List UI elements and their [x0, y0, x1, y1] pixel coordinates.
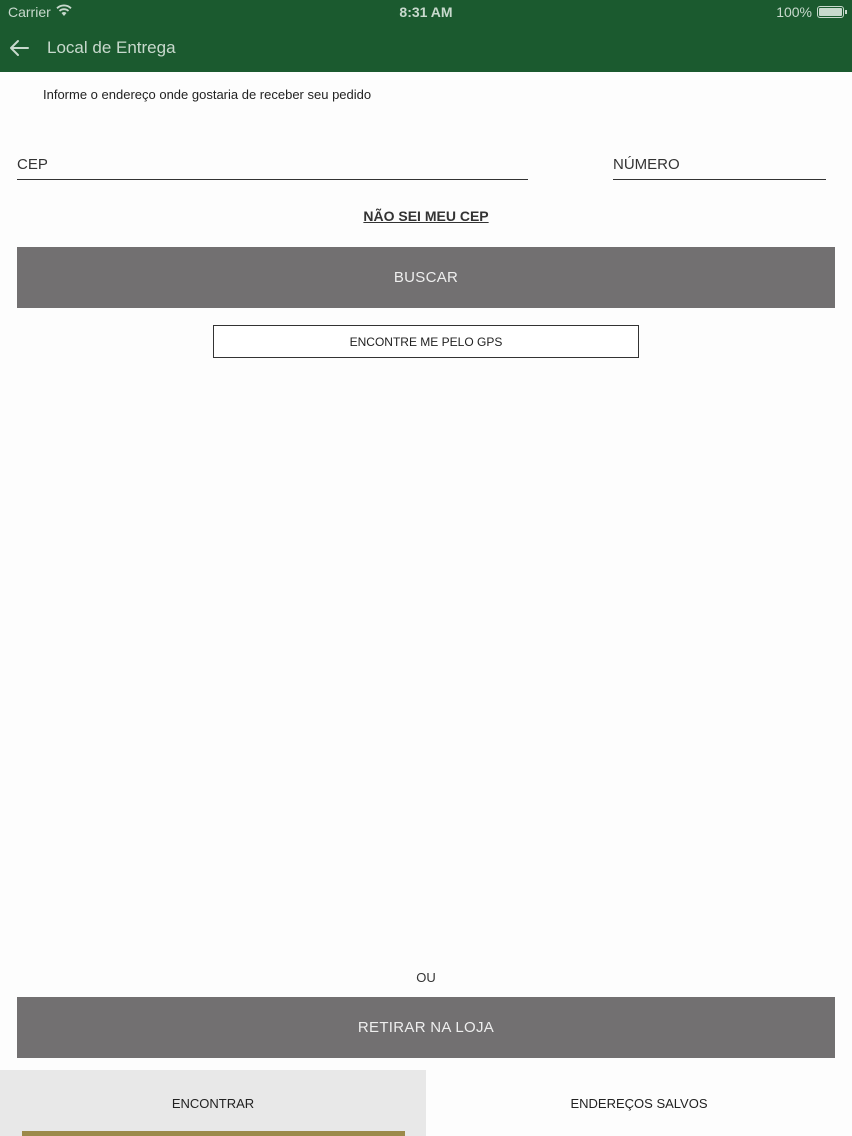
unknown-cep-link[interactable]: NÃO SEI MEU CEP — [0, 208, 852, 224]
battery-icon — [817, 6, 847, 18]
gps-button[interactable]: ENCONTRE ME PELO GPS — [213, 325, 639, 358]
arrow-left-icon[interactable] — [8, 38, 30, 58]
tab-label: ENCONTRAR — [171, 1095, 255, 1111]
or-separator: OU — [416, 970, 436, 985]
tab-encontrar[interactable]: ENCONTRAR — [0, 1070, 426, 1136]
instruction-text: Informe o endereço onde gostaria de rece… — [43, 87, 372, 102]
battery-percent: 100% — [776, 4, 812, 20]
cep-input[interactable] — [17, 150, 528, 180]
page-title: Local de Entrega — [47, 38, 176, 57]
status-time: 8:31 AM — [399, 4, 453, 20]
tab-label: ENDEREÇOS SALVOS — [570, 1095, 708, 1111]
numero-input[interactable] — [613, 150, 826, 180]
active-tab-indicator — [22, 1131, 405, 1136]
pickup-in-store-button[interactable]: RETIRAR NA LOJA — [17, 997, 835, 1058]
status-bar: Carrier 8:31 AM 100% — [0, 0, 852, 24]
search-button[interactable]: BUSCAR — [17, 247, 835, 308]
app-header: Carrier 8:31 AM 100% Local de Entrega — [0, 0, 852, 72]
tab-saved-addresses[interactable]: ENDEREÇOS SALVOS — [426, 1070, 852, 1136]
